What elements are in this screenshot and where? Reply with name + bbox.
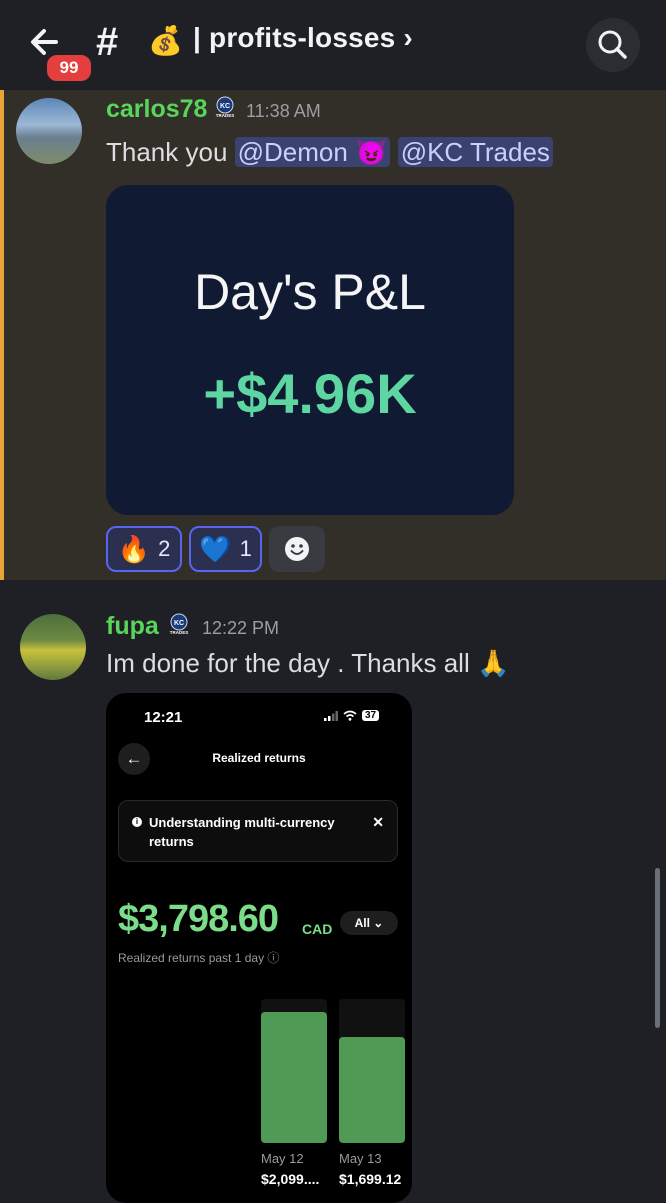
filter-dropdown: All ⌄ [340, 911, 398, 935]
status-time: 12:21 [144, 709, 183, 726]
username[interactable]: carlos78 [106, 95, 207, 124]
status-icons: 37 [324, 710, 380, 721]
server-tag-icon: KC TRADES [216, 96, 235, 118]
channel-title[interactable]: | profits-losses › [193, 22, 413, 54]
scrollbar[interactable] [655, 868, 660, 1028]
returns-subtitle: Realized returns past 1 day ⓘ [118, 951, 280, 965]
bar-value-label: $2,099.... [261, 1171, 320, 1187]
avatar[interactable] [16, 98, 82, 164]
message-text-prefix: Thank you [106, 137, 235, 167]
chart-bar [261, 1012, 327, 1143]
image-attachment-pnl[interactable]: Day's P&L +$4.96K [106, 185, 514, 515]
unread-badge: 99 [44, 52, 94, 84]
channel-emoji: 💰 [148, 25, 183, 56]
reaction-blue-heart[interactable]: 💙 1 [189, 526, 262, 572]
pnl-title: Day's P&L [194, 264, 426, 320]
add-reaction-button[interactable] [269, 526, 325, 572]
timestamp: 11:38 AM [246, 101, 321, 121]
currency-label: CAD [302, 921, 333, 937]
svg-text:KC: KC [220, 103, 230, 110]
returns-amount: $3,798.60 [118, 898, 279, 940]
reaction-fire[interactable]: 🔥 2 [106, 526, 182, 572]
svg-text:TRADES: TRADES [216, 113, 235, 118]
server-tag-icon: KC TRADES [170, 613, 189, 635]
hash-icon: # [96, 20, 119, 64]
channel-header: 99 # 💰 | profits-losses › [0, 0, 666, 90]
search-icon [598, 30, 627, 59]
mention-demon[interactable]: @Demon 😈 [234, 137, 391, 167]
bar-value-label: $1,699.12 [339, 1171, 402, 1187]
smiley-icon [285, 537, 309, 561]
chart-bar [339, 1037, 405, 1143]
avatar[interactable] [20, 614, 86, 680]
timestamp: 12:22 PM [202, 618, 280, 638]
mention-kc-trades[interactable]: @KC Trades [397, 137, 553, 167]
message-text: Im done for the day . Thanks all 🙏 [106, 648, 510, 678]
blue-heart-emoji-icon: 💙 [199, 533, 232, 564]
search-button[interactable] [586, 18, 640, 72]
bar-date-label: May 12 [261, 1151, 304, 1166]
wifi-icon [343, 710, 357, 721]
pnl-value: +$4.96K [203, 362, 417, 425]
fire-emoji-icon: 🔥 [117, 533, 151, 564]
screen-title: Realized returns [212, 751, 306, 765]
reaction-count: 1 [239, 536, 252, 561]
username[interactable]: fupa [106, 612, 159, 641]
svg-text:KC: KC [174, 620, 184, 627]
svg-text:TRADES: TRADES [170, 630, 189, 635]
banner-text: Understanding multi-currency returns [149, 815, 335, 849]
battery-icon: 37 [362, 710, 380, 721]
info-banner: i Understanding multi-currency returns ✕ [118, 800, 398, 862]
close-icon: ✕ [372, 814, 384, 830]
signal-icon [324, 710, 338, 721]
info-icon: i [132, 817, 142, 827]
reaction-count: 2 [158, 536, 171, 561]
bar-date-label: May 13 [339, 1151, 382, 1166]
image-attachment-screenshot[interactable]: 12:21 37 ← Realized returns i Understand… [106, 693, 412, 1203]
message-text: Thank you @Demon 😈 @KC Trades [106, 137, 553, 168]
